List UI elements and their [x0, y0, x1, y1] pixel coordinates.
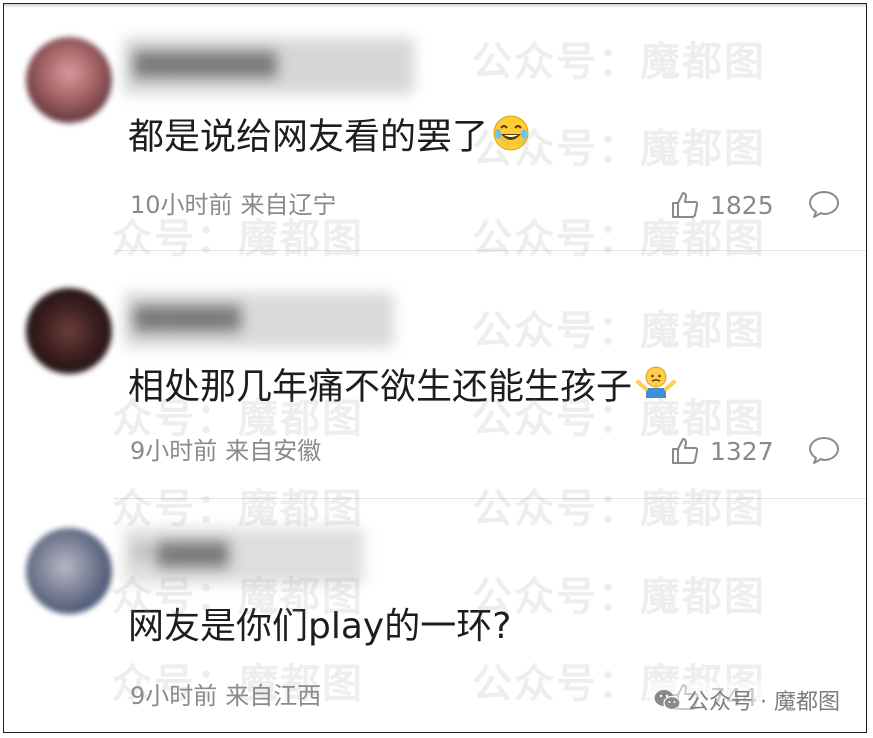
- blurred-username[interactable]: ██████: [124, 292, 394, 348]
- divider: [114, 250, 866, 251]
- comment-text: 都是说给网友看的罢了: [128, 114, 530, 163]
- comment-bubble-icon[interactable]: [808, 189, 840, 219]
- username-text: ████████: [134, 53, 278, 78]
- blurred-username[interactable]: ████████: [124, 38, 414, 94]
- comment-location: 来自辽宁: [240, 191, 337, 219]
- comment-item: ████████ 都是说给网友看的罢了 10小时前 来自辽宁 1825: [4, 4, 866, 249]
- like-button[interactable]: 1825: [670, 188, 774, 222]
- like-count: 1327: [710, 436, 774, 466]
- comment-bubble-icon[interactable]: [808, 435, 840, 465]
- comment-item: ██████ 相处那几年痛不欲生还能生孩子 9小时前 来自安徽 1327: [4, 252, 866, 497]
- comment-meta: 10小时前 来自辽宁: [130, 190, 337, 220]
- comment-meta: 9小时前 来自安徽: [130, 436, 321, 466]
- like-button[interactable]: 1327: [670, 434, 774, 468]
- comment-text: 相处那几年痛不欲生还能生孩子: [128, 364, 677, 413]
- comment-body: 都是说给网友看的罢了: [128, 116, 489, 158]
- username-text: ██████: [134, 307, 242, 332]
- thumbs-up-icon: [672, 438, 699, 464]
- comment-time: 9小时前: [130, 437, 218, 465]
- thumbs-up-icon: [672, 192, 699, 218]
- avatar[interactable]: [26, 37, 112, 123]
- comment-location: 来自安徽: [225, 437, 322, 465]
- comment-location: 来自江西: [225, 682, 322, 710]
- blurred-username[interactable]: Pr████: [124, 528, 364, 584]
- avatar[interactable]: [26, 288, 112, 374]
- comment-body: 网友是你们play的一环?: [128, 606, 512, 647]
- comment-screenshot-frame: ████████ 都是说给网友看的罢了 10小时前 来自辽宁 1825 ████…: [3, 3, 867, 733]
- username-text: Pr████: [134, 543, 230, 568]
- account-tag: 公众号 · 魔都图: [649, 682, 844, 718]
- account-tag-label: 公众号 · 魔都图: [687, 690, 840, 715]
- comment-time: 9小时前: [130, 682, 218, 710]
- shrug-emoji-icon: [636, 364, 677, 413]
- comment-meta: 9小时前 来自江西: [130, 681, 321, 711]
- comment-body: 相处那几年痛不欲生还能生孩子: [128, 366, 633, 408]
- comment-text: 网友是你们play的一环?: [128, 605, 511, 649]
- comment-time: 10小时前: [130, 191, 233, 219]
- avatar[interactable]: [26, 528, 112, 614]
- wechat-icon: [654, 690, 681, 711]
- like-count: 1825: [710, 190, 774, 220]
- laughing-tears-emoji-icon: [492, 114, 530, 163]
